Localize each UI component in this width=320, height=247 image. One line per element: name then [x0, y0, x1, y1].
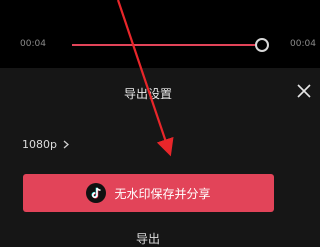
current-time: 00:04 [20, 39, 46, 49]
resolution-selector[interactable]: 1080p [22, 138, 69, 151]
video-player: 00:04 00:04 [0, 0, 320, 68]
export-button[interactable]: 导出 [0, 230, 296, 247]
save-and-share-label: 无水印保存并分享 [114, 186, 211, 201]
progress-knob[interactable] [255, 38, 269, 52]
tiktok-logo-icon [86, 183, 107, 203]
progress-bar[interactable] [72, 38, 269, 52]
progress-fill [72, 44, 262, 46]
total-time: 00:04 [290, 39, 316, 49]
save-and-share-button[interactable]: 无水印保存并分享 [23, 174, 274, 212]
export-settings-sheet: 导出设置 1080p 无水印保存并分享 导出 [0, 68, 320, 246]
chevron-right-icon [63, 140, 69, 149]
resolution-value: 1080p [22, 138, 57, 151]
close-icon[interactable] [296, 83, 312, 99]
sheet-title: 导出设置 [123, 87, 172, 101]
